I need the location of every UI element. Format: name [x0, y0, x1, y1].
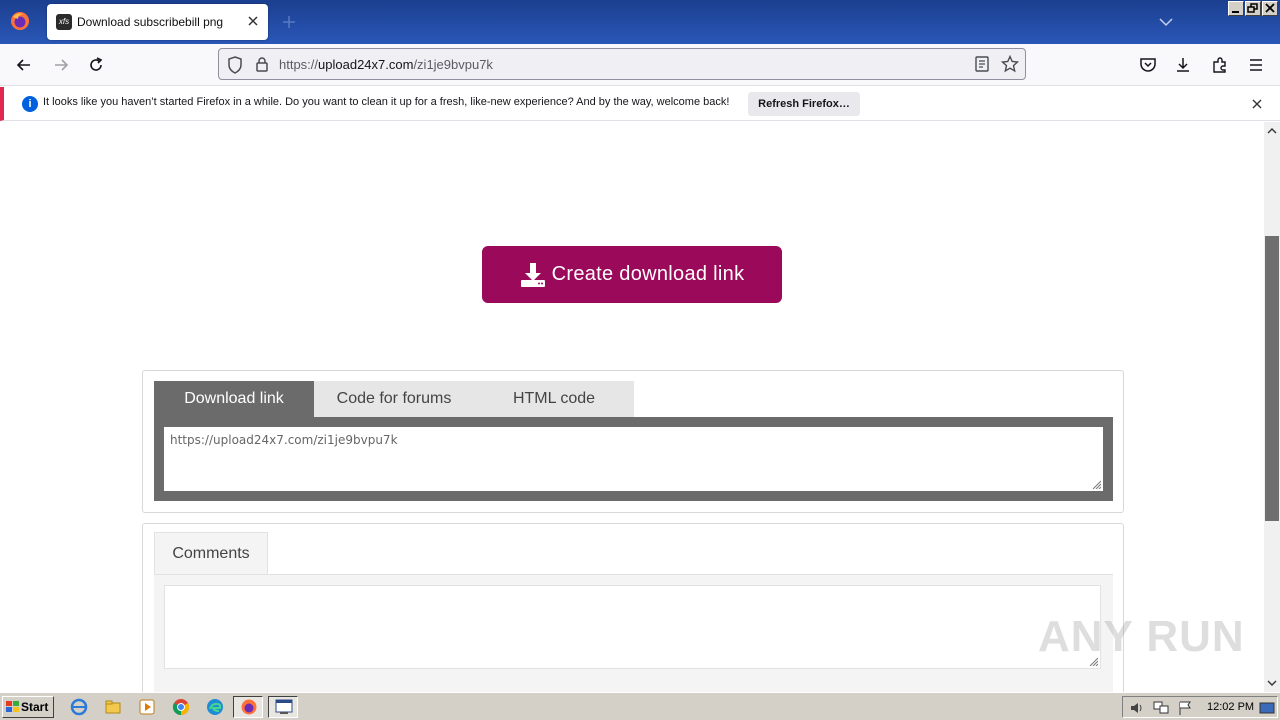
close-tab-icon[interactable] — [245, 13, 261, 29]
tab-download-link[interactable]: Download link — [154, 381, 314, 417]
new-tab-icon[interactable] — [280, 13, 298, 31]
system-tray: 12:02 PM — [1122, 696, 1278, 718]
anyrun-watermark: ANY RUN — [1038, 612, 1245, 661]
tab-code-for-forums[interactable]: Code for forums — [314, 381, 474, 417]
close-window-button[interactable] — [1262, 1, 1278, 16]
app-menu-hamburger-icon[interactable] — [1246, 55, 1266, 75]
back-arrow-icon[interactable] — [14, 55, 34, 75]
site-favicon-icon: xfs — [56, 14, 72, 30]
reader-view-icon[interactable] — [975, 56, 989, 72]
restore-button[interactable] — [1245, 1, 1261, 16]
bookmark-star-icon[interactable] — [1001, 55, 1019, 73]
browser-tab-active[interactable]: xfs Download subscribebill png — [47, 4, 268, 40]
download-icon — [520, 262, 545, 287]
tab-html-code[interactable]: HTML code — [474, 381, 634, 417]
taskbar-clock[interactable]: 12:02 PM — [1207, 701, 1254, 713]
window-controls — [1228, 1, 1278, 17]
firefox-menu-icon[interactable] — [9, 10, 31, 32]
link-code-box: https://upload24x7.com/zi1je9bvpu7k — [154, 417, 1113, 501]
pocket-icon[interactable] — [1138, 55, 1158, 75]
file-explorer-icon[interactable] — [104, 698, 122, 716]
edge-icon[interactable] — [206, 698, 224, 716]
create-download-link-button[interactable]: Create download link — [482, 246, 782, 303]
address-bar[interactable]: https://upload24x7.com/zi1je9bvpu7k — [218, 48, 1026, 80]
comments-body — [154, 574, 1113, 692]
url-text[interactable]: https://upload24x7.com/zi1je9bvpu7k — [279, 57, 493, 72]
start-button[interactable]: Start — [2, 696, 54, 718]
extensions-puzzle-icon[interactable] — [1210, 55, 1230, 75]
navigation-toolbar: https://upload24x7.com/zi1je9bvpu7k — [0, 44, 1280, 86]
scroll-down-arrow-icon[interactable] — [1267, 678, 1277, 688]
page-scrollbar[interactable] — [1264, 122, 1280, 692]
download-link-textarea[interactable]: https://upload24x7.com/zi1je9bvpu7k — [164, 427, 1103, 491]
tracking-protection-shield-icon[interactable] — [227, 56, 243, 74]
taskbar-window-task[interactable] — [268, 696, 298, 718]
windows-taskbar: Start 12:02 PM — [0, 692, 1280, 720]
info-icon: i — [22, 96, 38, 112]
network-icon[interactable] — [1153, 700, 1169, 716]
volume-icon[interactable] — [1129, 700, 1145, 716]
lock-icon[interactable] — [255, 56, 269, 73]
refresh-firefox-button[interactable]: Refresh Firefox… — [748, 92, 860, 116]
minimize-button[interactable] — [1228, 1, 1244, 16]
scroll-up-arrow-icon[interactable] — [1267, 126, 1277, 136]
create-download-link-label: Create download link — [551, 263, 745, 285]
list-all-tabs-chevron-icon[interactable] — [1158, 15, 1174, 29]
tab-comments[interactable]: Comments — [154, 532, 268, 575]
notification-message: It looks like you haven’t started Firefo… — [43, 96, 730, 108]
start-label: Start — [21, 700, 49, 714]
download-link-value: https://upload24x7.com/zi1je9bvpu7k — [170, 433, 398, 447]
windows-flag-icon — [6, 701, 19, 712]
reload-icon[interactable] — [86, 55, 106, 75]
taskbar-firefox-task[interactable] — [233, 696, 263, 718]
link-code-panel: Download link Code for forums HTML code … — [142, 370, 1124, 513]
tab-title: Download subscribebill png — [77, 15, 224, 29]
action-center-flag-icon[interactable] — [1177, 700, 1193, 716]
internet-explorer-icon[interactable] — [70, 698, 88, 716]
forward-arrow-icon[interactable] — [51, 55, 71, 75]
tab-strip: xfs Download subscribebill png — [0, 0, 1280, 44]
notification-bar: i It looks like you haven’t started Fire… — [0, 87, 1280, 121]
scrollbar-thumb[interactable] — [1265, 236, 1279, 521]
close-notification-icon[interactable] — [1250, 97, 1264, 111]
show-desktop-icon[interactable] — [1259, 700, 1275, 716]
link-code-tabs: Download link Code for forums HTML code — [154, 381, 634, 417]
chrome-icon[interactable] — [172, 698, 190, 716]
media-player-icon[interactable] — [138, 698, 156, 716]
page-content: Create download link Download link Code … — [0, 122, 1264, 692]
comment-textarea[interactable] — [164, 585, 1101, 669]
comments-panel: Comments — [142, 523, 1124, 692]
resize-handle-icon[interactable] — [1091, 479, 1101, 489]
downloads-icon[interactable] — [1173, 55, 1193, 75]
application-window-icon — [275, 699, 293, 714]
firefox-icon — [241, 699, 257, 715]
